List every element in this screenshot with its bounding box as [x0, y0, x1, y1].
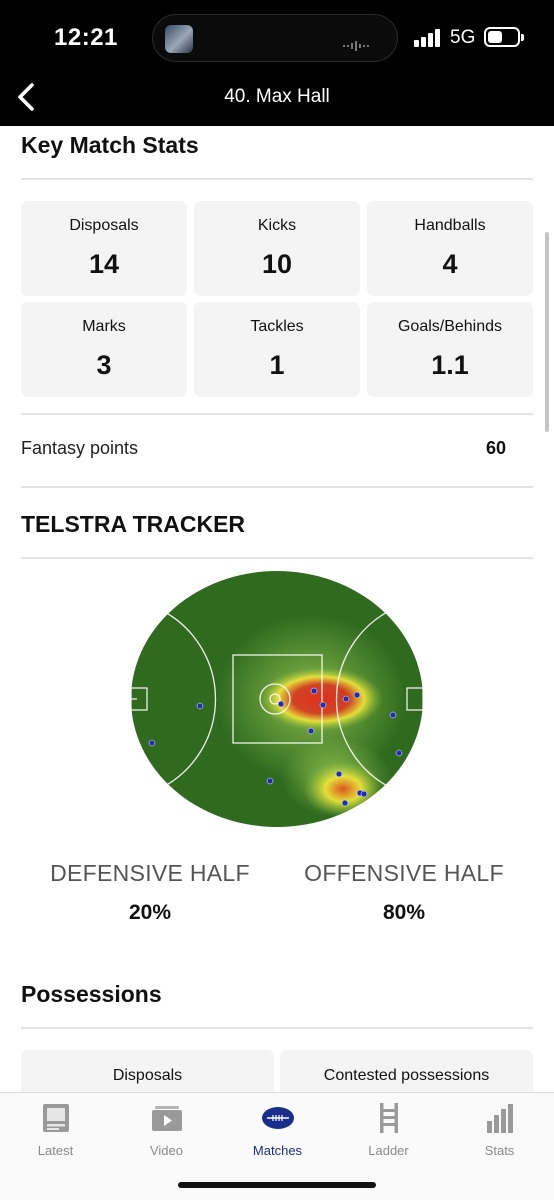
offensive-half-label: OFFENSIVE HALF — [304, 860, 504, 886]
tab-label: Stats — [484, 1143, 515, 1158]
stat-label: Tackles — [250, 318, 304, 335]
battery-icon — [484, 27, 524, 47]
stat-label: Kicks — [257, 217, 297, 234]
defensive-half-value: 20% — [128, 901, 172, 924]
latest-icon — [42, 1104, 69, 1132]
tab-label: Matches — [252, 1143, 303, 1158]
heat-zone-centre — [259, 667, 383, 731]
heatmap-field — [131, 571, 423, 827]
tab-stats[interactable]: Stats — [444, 1101, 554, 1165]
tab-label: Ladder — [368, 1143, 409, 1158]
stat-label: Marks — [82, 318, 126, 335]
stats-icon — [486, 1104, 513, 1133]
audio-wave-icon — [343, 37, 379, 51]
stat-label: Goals/Behinds — [397, 318, 503, 335]
stat-label: Handballs — [414, 217, 486, 234]
defensive-half-label: DEFENSIVE HALF — [50, 860, 250, 886]
network-type: 5G — [450, 27, 476, 48]
divider — [21, 486, 533, 488]
ladder-icon — [379, 1103, 398, 1133]
top-bar: 12:21 5G 40. Max Hall — [0, 0, 554, 126]
possession-card-label: Contested possessions — [323, 1067, 490, 1084]
stat-card-kicks: Kicks 10 — [194, 201, 360, 296]
stat-label: Disposals — [69, 217, 139, 234]
tab-video[interactable]: Video — [111, 1101, 222, 1165]
stat-value: 3 — [96, 350, 112, 380]
stat-value: 1.1 — [431, 350, 469, 380]
tab-ladder[interactable]: Ladder — [333, 1101, 444, 1165]
divider — [21, 557, 533, 559]
stat-value: 1 — [269, 350, 285, 380]
divider — [21, 178, 533, 180]
home-indicator — [178, 1182, 376, 1188]
stat-card-marks: Marks 3 — [21, 302, 187, 397]
now-playing-thumbnail — [165, 25, 193, 53]
tracker-heading: TELSTRA TRACKER — [21, 511, 246, 537]
possessions-heading: Possessions — [21, 981, 162, 1007]
tab-latest[interactable]: Latest — [0, 1101, 111, 1165]
fantasy-points-value: 60 — [485, 438, 506, 458]
offensive-half-value: 80% — [382, 901, 426, 924]
tab-label: Video — [149, 1143, 183, 1158]
possession-card-label: Disposals — [112, 1067, 183, 1084]
status-time: 12:21 — [54, 24, 118, 51]
dynamic-island[interactable] — [152, 14, 398, 62]
divider — [21, 1027, 533, 1029]
stat-value: 4 — [442, 249, 458, 279]
page-title: 40. Max Hall — [224, 86, 330, 107]
heat-zone-forward-pocket — [303, 761, 383, 817]
fantasy-points-label: Fantasy points — [21, 438, 139, 458]
scrollbar[interactable] — [545, 232, 549, 432]
signal-icon — [414, 29, 440, 47]
stat-card-handballs: Handballs 4 — [367, 201, 533, 296]
stat-card-tackles: Tackles 1 — [194, 302, 360, 397]
football-icon — [261, 1107, 294, 1129]
stat-card-goals-behinds: Goals/Behinds 1.1 — [367, 302, 533, 397]
stat-value: 14 — [88, 249, 120, 279]
video-icon — [151, 1106, 182, 1131]
tab-label: Latest — [37, 1143, 74, 1158]
key-stats-heading: Key Match Stats — [21, 132, 199, 158]
stat-value: 10 — [261, 249, 293, 279]
tab-matches[interactable]: Matches — [222, 1101, 333, 1165]
stat-card-disposals: Disposals 14 — [21, 201, 187, 296]
divider — [21, 413, 533, 415]
